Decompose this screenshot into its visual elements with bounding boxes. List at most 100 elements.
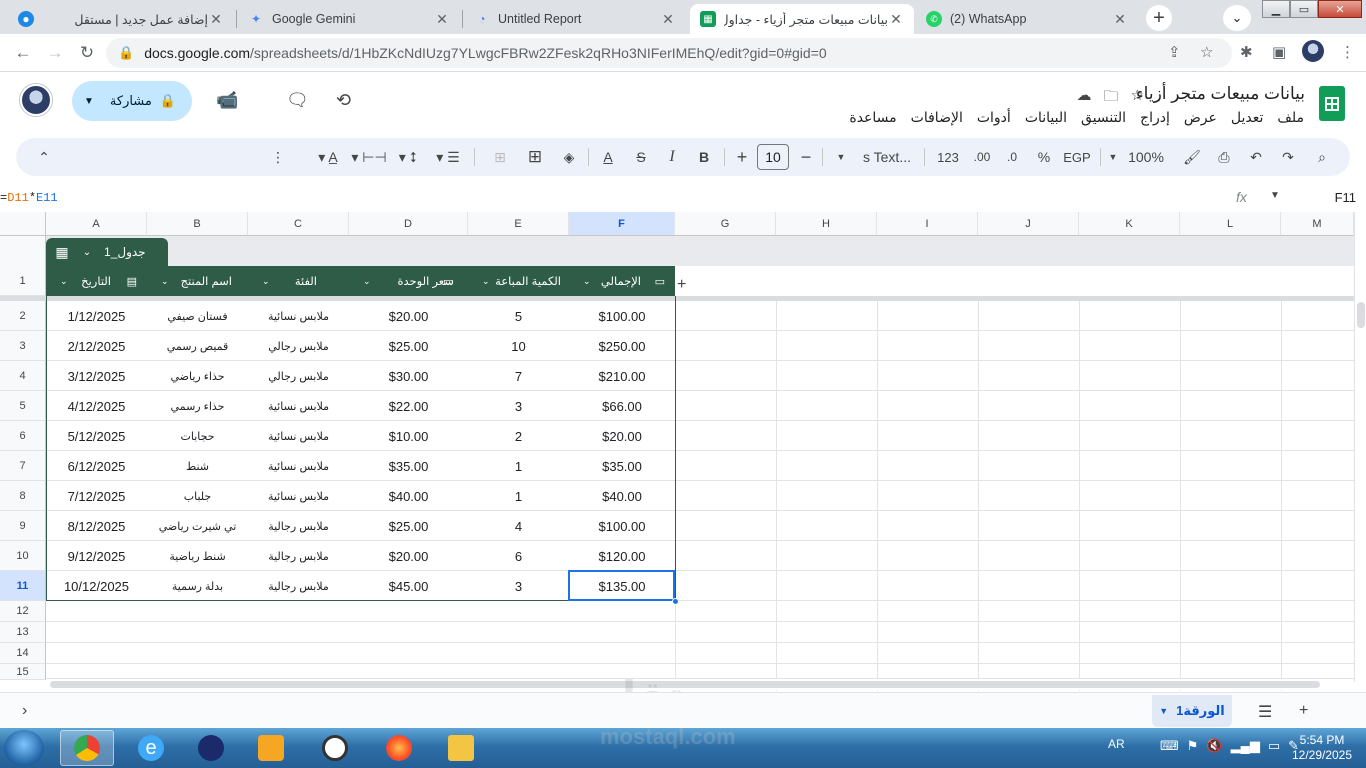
column-header-i[interactable]: I	[877, 212, 978, 236]
url-input[interactable]: 🔒 docs.google.com/spreadsheets/d/1HbZKcN…	[106, 38, 1232, 68]
text-wrap-icon[interactable]: ▾ ⊢⊣	[346, 138, 392, 176]
menu-file[interactable]: ملف	[1277, 109, 1304, 126]
fill-handle[interactable]	[672, 598, 679, 605]
star-icon[interactable]: ☆	[1131, 86, 1144, 111]
chevron-down-icon[interactable]: ⌄	[583, 276, 591, 287]
close-window-button[interactable]: ✕	[1318, 0, 1362, 18]
column-header-c[interactable]: C	[248, 212, 349, 236]
browser-tab-mostaql[interactable]: ● إضافة عمل جديد | مستقل ✕	[8, 4, 234, 34]
table-cell[interactable]: $210.00	[569, 361, 675, 391]
table-cell[interactable]: بدلة رسمية	[147, 571, 248, 601]
table-cell[interactable]: 4	[468, 511, 569, 541]
new-tab-button[interactable]: +	[1146, 5, 1172, 31]
table-cell[interactable]: $40.00	[569, 481, 675, 511]
increase-font-size-icon[interactable]: +	[732, 138, 752, 176]
chevron-down-icon[interactable]: ⌄	[482, 276, 490, 287]
table-cell[interactable]: 7	[468, 361, 569, 391]
start-button[interactable]	[4, 730, 44, 766]
vertical-align-icon[interactable]: ▾ ⭥	[388, 138, 428, 176]
taskbar-clock[interactable]: 5:54 PM 12/29/2025	[1290, 733, 1354, 763]
taskbar-app[interactable]	[184, 730, 238, 766]
more-options-icon[interactable]: ⋮	[270, 138, 286, 176]
text-color-icon[interactable]: A	[596, 138, 620, 176]
table-cell[interactable]: شنط	[147, 451, 248, 481]
table-cell[interactable]: $25.00	[349, 511, 468, 541]
font-dropdown-chevron-icon[interactable]: ▼	[834, 138, 848, 176]
table-cell[interactable]: 1	[468, 451, 569, 481]
merge-cells-icon[interactable]: ⊞	[490, 138, 510, 176]
table-cell[interactable]: ملابس نسائية	[248, 451, 349, 481]
row-header-7[interactable]: 7	[0, 451, 46, 481]
paint-format-icon[interactable]: 🖌	[1182, 138, 1202, 176]
table-cell[interactable]: $35.00	[569, 451, 675, 481]
row-header-15[interactable]: 15	[0, 664, 46, 680]
table-header-total[interactable]: ⌄ الإجمالي ▭	[569, 266, 675, 296]
move-folder-icon[interactable]: 🗀	[1104, 86, 1119, 111]
table-cell[interactable]: $30.00	[349, 361, 468, 391]
comments-icon[interactable]: 🗨	[286, 90, 309, 111]
table-cell[interactable]: 1/12/2025	[46, 301, 147, 331]
browser-tab-sheets[interactable]: ▦ بيانات مبيعات متجر أزياء - جداول بيانا…	[690, 4, 914, 34]
table-cell[interactable]: 3/12/2025	[46, 361, 147, 391]
table-name-chip[interactable]: ▦ ⌄ جدول_1	[46, 238, 168, 266]
keyboard-icon[interactable]: ⌨	[1160, 738, 1179, 754]
percent-format-button[interactable]: %	[1034, 138, 1054, 176]
table-cell[interactable]: $20.00	[569, 421, 675, 451]
table-cell[interactable]: ملابس رجالي	[248, 331, 349, 361]
menu-help[interactable]: مساعدة	[849, 109, 896, 126]
table-cell[interactable]: 8/12/2025	[46, 511, 147, 541]
account-avatar[interactable]	[20, 84, 52, 116]
forward-icon[interactable]: →	[44, 42, 66, 64]
table-cell[interactable]: $120.00	[569, 541, 675, 571]
row-header-6[interactable]: 6	[0, 421, 46, 451]
row-header-8[interactable]: 8	[0, 481, 46, 511]
table-header-quantity[interactable]: ⌄ الكمية المباعة	[468, 266, 569, 296]
row-header-9[interactable]: 9	[0, 511, 46, 541]
row-header-5[interactable]: 5	[0, 391, 46, 421]
taskbar-explorer[interactable]	[434, 730, 488, 766]
menu-extensions[interactable]: الإضافات	[911, 109, 963, 126]
table-cell[interactable]: $20.00	[349, 301, 468, 331]
table-header-category[interactable]: ⌄ الفئة	[248, 266, 349, 296]
menu-data[interactable]: البيانات	[1025, 109, 1067, 126]
horizontal-align-icon[interactable]: ▾ ☰	[426, 138, 470, 176]
table-cell[interactable]: ملابس رجالية	[248, 571, 349, 601]
column-header-e[interactable]: E	[468, 212, 569, 236]
taskbar-firefox[interactable]	[372, 730, 426, 766]
profile-avatar[interactable]	[1302, 40, 1324, 62]
taskbar-ie[interactable]: e	[124, 730, 178, 766]
table-cell[interactable]: شنط رياضية	[147, 541, 248, 571]
table-header-product[interactable]: ⌄ اسم المنتج	[147, 266, 248, 296]
table-header-date[interactable]: ⌄ التاريخ ▤	[46, 266, 147, 296]
decrease-font-size-icon[interactable]: −	[796, 138, 816, 176]
column-header-f[interactable]: F	[569, 212, 675, 236]
table-cell[interactable]: حذاء رسمي	[147, 391, 248, 421]
maximize-button[interactable]: ▭	[1290, 0, 1318, 18]
column-header-j[interactable]: J	[978, 212, 1079, 236]
chevron-down-icon[interactable]: ⌄	[262, 276, 270, 287]
select-all-corner[interactable]	[0, 212, 46, 236]
back-icon[interactable]: ←	[12, 42, 34, 64]
all-sheets-menu-icon[interactable]: ☰	[1258, 702, 1272, 722]
table-cell[interactable]: جلباب	[147, 481, 248, 511]
table-cell[interactable]: 2/12/2025	[46, 331, 147, 361]
table-cell[interactable]: 2	[468, 421, 569, 451]
table-cell[interactable]: $20.00	[349, 541, 468, 571]
table-cell[interactable]: $10.00	[349, 421, 468, 451]
side-panel-icon[interactable]: ▣	[1272, 43, 1286, 61]
table-cell[interactable]: 7/12/2025	[46, 481, 147, 511]
table-cell[interactable]: 6	[468, 541, 569, 571]
table-cell[interactable]: حذاء رياضي	[147, 361, 248, 391]
close-icon[interactable]: ✕	[1112, 11, 1128, 28]
table-cell[interactable]: 5	[468, 301, 569, 331]
strikethrough-icon[interactable]: S	[630, 138, 652, 176]
column-header-d[interactable]: D	[349, 212, 468, 236]
close-icon[interactable]: ✕	[434, 11, 450, 28]
bold-icon[interactable]: B	[694, 138, 714, 176]
taskbar-chrome[interactable]	[60, 730, 114, 766]
menu-insert[interactable]: إدراج	[1140, 109, 1170, 126]
reload-icon[interactable]: ↻	[76, 42, 98, 64]
close-icon[interactable]: ✕	[888, 11, 904, 28]
row-header-3[interactable]: 3	[0, 331, 46, 361]
row-header-2[interactable]: 2	[0, 301, 46, 331]
